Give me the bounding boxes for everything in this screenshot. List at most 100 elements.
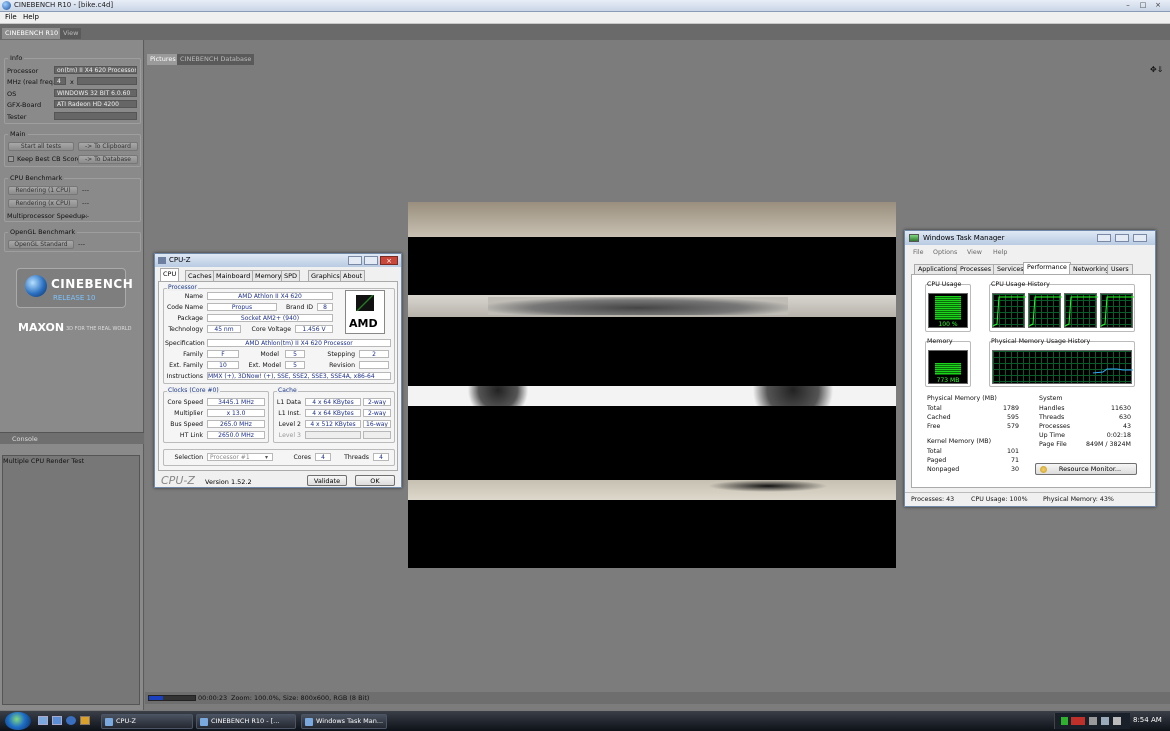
tab-cinebench[interactable]: CINEBENCH R10 [2, 28, 62, 39]
tab-cinebench-database[interactable]: CINEBENCH Database [177, 54, 255, 65]
tm-menu-file[interactable]: File [913, 249, 924, 256]
cpuz-maximize-button[interactable] [364, 256, 378, 265]
pagefile-label: Page File [1039, 441, 1067, 448]
tm-tab-applications[interactable]: Applications [914, 264, 961, 274]
cpu-benchmark-title: CPU Benchmark [8, 174, 65, 182]
cinebench-app-icon [2, 1, 11, 10]
clock[interactable]: 8:54 AM [1133, 716, 1162, 724]
ext-model-value: 5 [285, 361, 305, 369]
render-band-4 [408, 480, 896, 500]
ok-button[interactable]: OK [355, 475, 395, 486]
cpu-benchmark-group: CPU Benchmark Rendering (1 CPU) --- Rend… [4, 174, 141, 222]
tm-menu-options[interactable]: Options [933, 249, 957, 256]
switch-windows-icon[interactable] [52, 716, 62, 725]
tm-menu-view[interactable]: View [967, 249, 982, 256]
taskbar-item-3[interactable]: Windows Task Man... [301, 714, 387, 729]
tm-maximize-button[interactable] [1115, 234, 1129, 242]
cpuz-minimize-button[interactable] [348, 256, 362, 265]
kernel-memory-title: Kernel Memory (MB) [927, 438, 992, 445]
cpuz-tab-memory[interactable]: Memory [252, 270, 285, 281]
os-field[interactable]: WINDOWS 32 BIT 6.0.60 [54, 89, 137, 97]
resource-monitor-button[interactable]: Resource Monitor... [1035, 463, 1137, 475]
maximize-button[interactable]: □ [1138, 1, 1148, 10]
cpuz-tab-caches[interactable]: Caches [185, 270, 215, 281]
tab-view[interactable]: View [60, 28, 82, 39]
opengl-standard-button[interactable]: OpenGL Standard [8, 240, 74, 249]
close-button[interactable]: × [1153, 1, 1163, 10]
mhz-freq-field[interactable] [77, 77, 137, 85]
task-manager-window: Windows Task Manager CPU Usage 100 % CPU… [904, 230, 1156, 507]
threads-label: Threads [344, 454, 369, 461]
taskbar-item-2[interactable]: CINEBENCH R10 - [... [196, 714, 296, 729]
opengl-benchmark-group: OpenGL Benchmark OpenGL Standard --- [4, 228, 141, 252]
tm-tab-processes[interactable]: Processes [956, 264, 996, 274]
level2-value: 4 x 512 KBytes [305, 420, 361, 428]
tm-close-button[interactable] [1133, 234, 1147, 242]
taskbar-item-1[interactable]: CPU-Z [101, 714, 193, 729]
tm-minimize-button[interactable] [1097, 234, 1111, 242]
threads-label: Threads [1039, 414, 1065, 421]
cpu-history-title: CPU Usage History [991, 281, 1050, 288]
processes-label: Processes [1039, 423, 1071, 430]
monitor-tray-icon[interactable] [1101, 717, 1109, 725]
system-title: System [1039, 395, 1063, 402]
processor-field[interactable]: on(tm) II X4 620 Processor [54, 66, 137, 74]
menu-help[interactable]: Help [23, 13, 39, 21]
render-band-2 [408, 295, 896, 317]
revision-label: Revision [329, 362, 355, 369]
render-progress-bar [148, 695, 196, 701]
cpu-usage-title: CPU Usage [927, 281, 962, 288]
network-tray-icon[interactable] [1089, 717, 1097, 725]
validate-button[interactable]: Validate [307, 475, 347, 486]
tester-field[interactable] [54, 112, 137, 120]
tab-pictures[interactable]: Pictures [147, 54, 179, 65]
cpuz-tab-graphics[interactable]: Graphics [308, 270, 343, 281]
volume-tray-icon[interactable] [1113, 717, 1121, 725]
technology-label: Technology [168, 326, 203, 333]
start-all-tests-button[interactable]: Start all tests [8, 142, 74, 151]
zoom-move-icon[interactable]: ✥⇓ [1150, 65, 1163, 74]
cpuz-tab-about[interactable]: About [340, 270, 366, 281]
level3-value [305, 431, 361, 439]
selection-dropdown[interactable]: Processor #1 [207, 453, 273, 461]
kern-nonpaged-value: 30 [1010, 466, 1019, 473]
rendering-single-button[interactable]: Rendering (1 CPU) [8, 186, 78, 195]
tm-menu-help[interactable]: Help [993, 249, 1007, 256]
amd-tray-icon[interactable] [1071, 717, 1085, 725]
phys-cached-label: Cached [927, 414, 951, 421]
mhz-x: x [70, 78, 74, 86]
memory-title: Memory [927, 338, 953, 345]
cpuz-tab-spd[interactable]: SPD [281, 270, 301, 281]
keep-best-label: Keep Best CB Score [17, 155, 81, 163]
amd-arrow-icon [356, 295, 374, 311]
technology-value: 45 nm [207, 325, 241, 333]
ext-family-label: Ext. Family [169, 362, 203, 369]
rendering-multi-button[interactable]: Rendering (x CPU) [8, 199, 78, 208]
selection-chevron-icon[interactable]: ▾ [265, 454, 268, 461]
minimize-button[interactable]: – [1123, 1, 1133, 10]
speedup-label: Multiprocessor Speedup: [7, 212, 88, 220]
cpuz-close-button[interactable]: × [380, 256, 398, 265]
gfx-field[interactable]: ATI Radeon HD 4200 [54, 100, 137, 108]
to-database-button[interactable]: -> To Database [78, 155, 138, 164]
to-clipboard-button[interactable]: -> To Clipboard [78, 142, 138, 151]
tm-tab-performance[interactable]: Performance [1023, 262, 1071, 274]
cpu-history-line-core-3 [1065, 296, 1098, 327]
shield-icon [1040, 466, 1047, 473]
cpuz-tab-cpu[interactable]: CPU [160, 268, 180, 281]
show-desktop-icon[interactable] [38, 716, 48, 725]
start-button[interactable] [5, 712, 31, 730]
specification-label: Specification [165, 340, 205, 347]
browser-quicklaunch-icon[interactable] [66, 716, 76, 725]
model-label: Model [260, 351, 279, 358]
threads-value: 4 [373, 453, 389, 461]
tester-label: Tester [7, 113, 27, 121]
tm-tab-users[interactable]: Users [1107, 264, 1133, 274]
menu-file[interactable]: File [5, 13, 17, 21]
explorer-quicklaunch-icon[interactable] [80, 716, 90, 725]
cpuz-tab-mainboard[interactable]: Mainboard [213, 270, 254, 281]
keep-best-checkbox[interactable] [8, 156, 14, 162]
console-header[interactable]: Console [0, 432, 144, 444]
task-manager-tray-icon[interactable] [1061, 717, 1068, 725]
mhz-field[interactable]: 4 [54, 77, 66, 85]
